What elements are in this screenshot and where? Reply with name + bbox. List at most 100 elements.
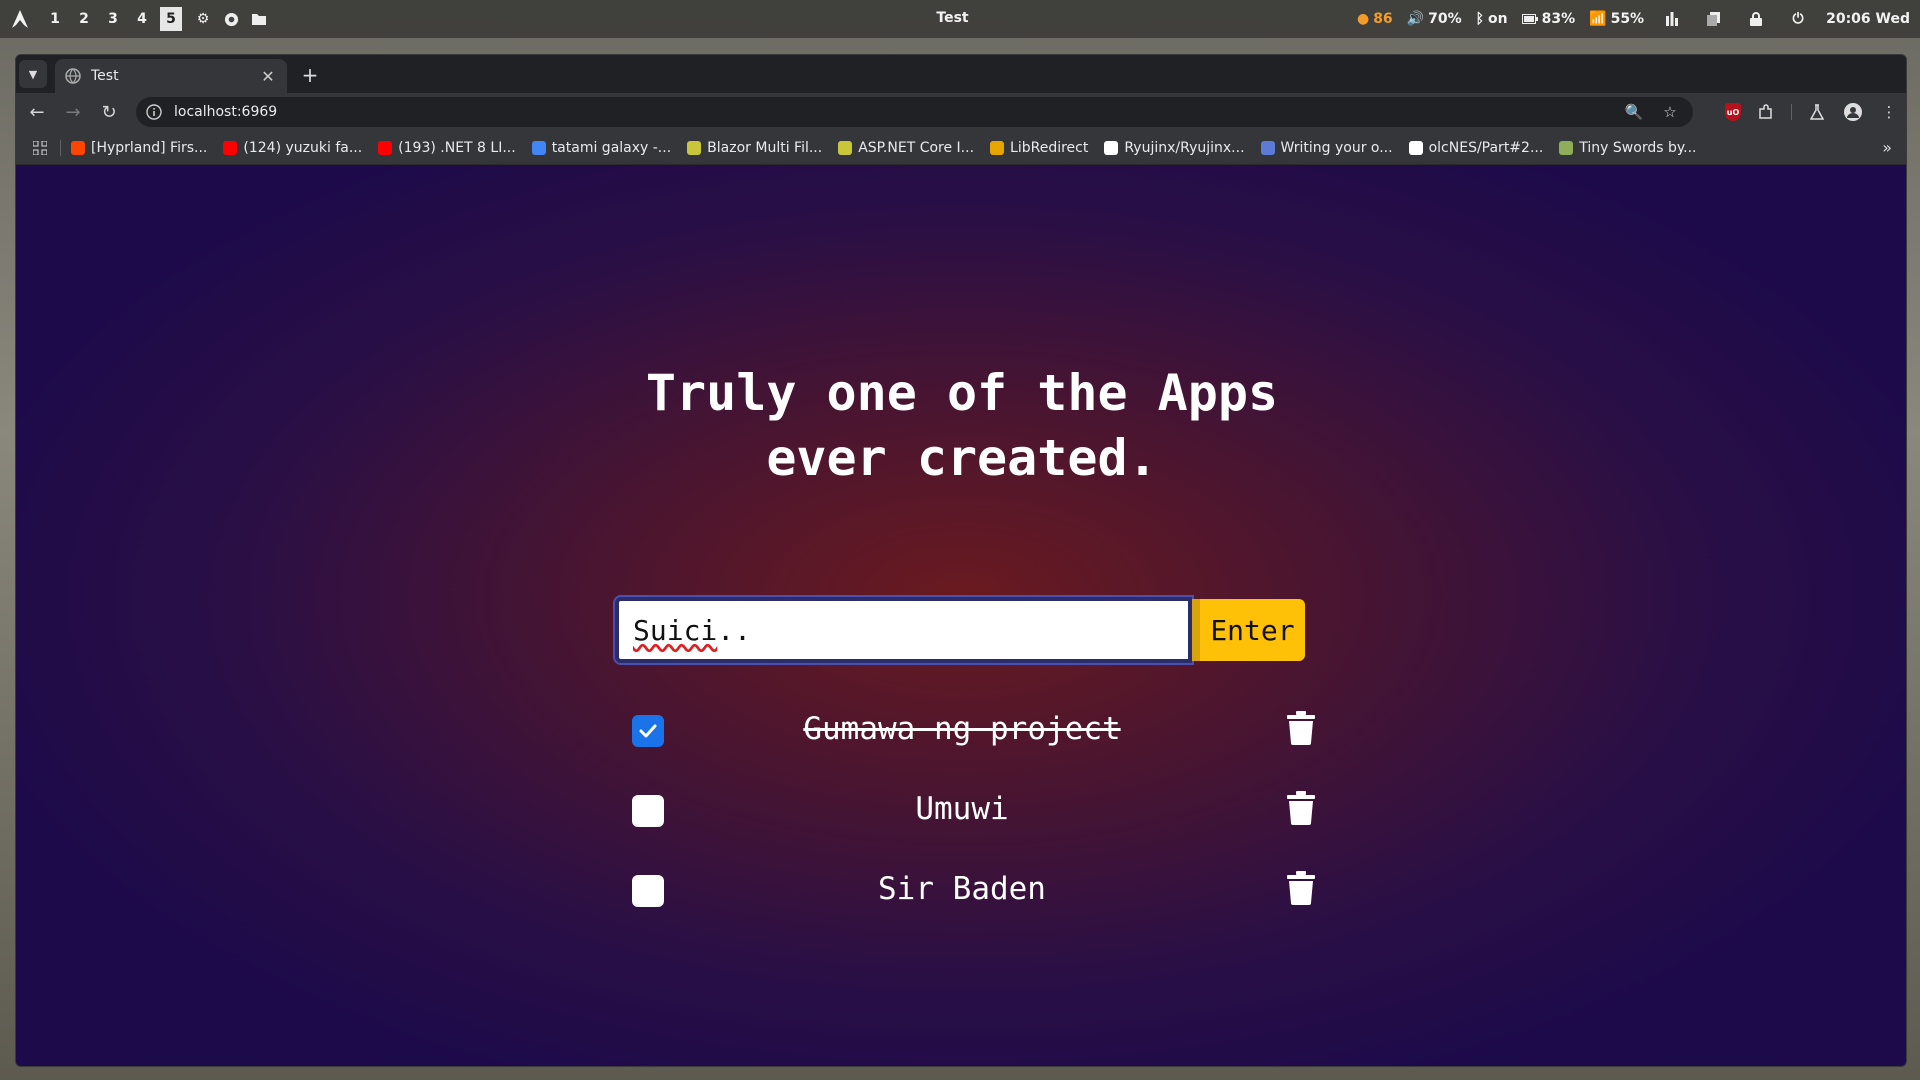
back-button[interactable]: ← (22, 97, 52, 127)
bookmark-item[interactable]: Writing your o... (1260, 139, 1393, 156)
bookmark-list: [Hyprland] Firs... (124) yuzuki fa... (193… (71, 140, 1713, 156)
bookmark-label: Writing your o... (1280, 139, 1393, 156)
updates-icon: ● (1356, 11, 1370, 27)
headline-line-2: ever created. (766, 429, 1158, 487)
todo-input[interactable]: Suici.. (613, 595, 1194, 665)
arrow-right-icon: → (65, 101, 81, 123)
star-icon[interactable]: ☆ (1659, 101, 1681, 123)
lock-icon[interactable] (1747, 10, 1765, 28)
arrow-left-icon: ← (29, 101, 45, 123)
todo-input-trailing-text: .. (717, 613, 752, 647)
kebab-menu-icon[interactable]: ⋮ (1878, 101, 1900, 123)
zoom-icon[interactable]: 🔍 (1623, 101, 1645, 123)
ublock-icon[interactable]: uO (1725, 103, 1741, 121)
volume-value: 70% (1428, 11, 1462, 27)
puzzle-icon[interactable] (1755, 101, 1777, 123)
bookmark-item[interactable]: tatami galaxy -... (531, 139, 672, 156)
bookmarks-divider (60, 139, 61, 156)
reload-button[interactable]: ↻ (94, 97, 124, 127)
bookmark-label: tatami galaxy -... (551, 139, 672, 156)
speaker-icon: 🔊 (1406, 11, 1425, 27)
bookmark-favicon-icon (531, 140, 546, 155)
volume-indicator[interactable]: 🔊 70% (1407, 11, 1462, 27)
bookmark-favicon-icon (990, 140, 1005, 155)
close-icon[interactable]: ✕ (259, 67, 277, 86)
todo-item: Gumawa ng project (615, 709, 1315, 749)
todo-label: Umuwi (915, 791, 1009, 827)
bookmark-favicon-icon (1260, 140, 1275, 155)
chevron-double-right-icon[interactable]: » (1882, 138, 1892, 157)
reload-icon: ↻ (101, 101, 117, 123)
bookmark-item[interactable]: Blazor Multi Fil... (687, 140, 822, 156)
bookmark-item[interactable]: ASP.NET Core I... (838, 140, 974, 156)
bookmark-item[interactable]: (124) yuzuki fa... (223, 140, 362, 156)
chevron-down-icon: ▼ (28, 67, 38, 81)
bookmark-favicon-icon (378, 140, 393, 155)
equalizer-icon[interactable] (1663, 10, 1681, 28)
battery-icon (1521, 14, 1538, 24)
bookmark-label: (124) yuzuki fa... (243, 139, 363, 156)
checkmark-icon (639, 724, 657, 738)
clipboard-icon[interactable] (1705, 10, 1723, 28)
bookmark-label: [Hyprland] Firs... (91, 139, 208, 156)
bookmark-label: olcNES/Part#2... (1428, 139, 1544, 156)
todo-item: Sir Baden (615, 869, 1315, 909)
wifi-value: 55% (1610, 11, 1645, 27)
bookmark-item[interactable]: [Hyprland] Firs... (71, 140, 207, 156)
updates-indicator[interactable]: ● 86 (1357, 11, 1393, 27)
todo-checkbox[interactable] (632, 795, 664, 827)
todo-checkbox[interactable] (632, 715, 664, 747)
todo-label: Gumawa ng project (803, 711, 1121, 747)
trash-icon[interactable] (1287, 791, 1315, 825)
bluetooth-indicator[interactable]: ᛒ on (1476, 11, 1508, 27)
todo-input-misspelled-text: Suici (633, 613, 718, 647)
todo-label: Sir Baden (878, 871, 1046, 907)
bookmark-label: Blazor Multi Fil... (707, 139, 823, 156)
tab-search-button[interactable]: ▼ (19, 60, 47, 88)
battery-indicator[interactable]: 83% (1521, 11, 1576, 27)
extensions-area: uO ⋮ (1725, 97, 1900, 127)
system-tray: ● 86 🔊 70% ᛒ on 83% 📶 55% ⏻ 20:06 Wed (1357, 0, 1910, 38)
info-icon[interactable] (146, 104, 162, 120)
tab-strip: ▼ Test ✕ + (16, 55, 1906, 93)
enter-button[interactable]: Enter (1191, 599, 1305, 661)
flask-icon[interactable] (1806, 101, 1828, 123)
power-icon[interactable]: ⏻ (1789, 10, 1807, 28)
address-bar[interactable]: localhost:6969 🔍 ☆ (136, 97, 1693, 127)
bluetooth-icon: ᛒ (1475, 11, 1485, 27)
battery-value: 83% (1541, 11, 1576, 27)
new-tab-button[interactable]: + (298, 63, 322, 87)
profile-icon[interactable] (1842, 101, 1864, 123)
clock: 20:06 Wed (1826, 11, 1910, 27)
apps-grid-icon[interactable] (30, 138, 50, 158)
bookmark-favicon-icon (687, 140, 702, 155)
bookmark-favicon-icon (223, 140, 238, 155)
browser-toolbar: ← → ↻ localhost:6969 🔍 ☆ uO ⋮ (16, 93, 1906, 131)
todo-checkbox[interactable] (632, 875, 664, 907)
tab-title: Test (91, 68, 119, 84)
bookmark-item[interactable]: LibRedirect (990, 140, 1088, 156)
trash-icon[interactable] (1287, 871, 1315, 905)
bookmark-item[interactable]: Tiny Swords by... (1559, 139, 1697, 156)
bookmark-item[interactable]: Ryujinx/Ryujinx... (1104, 140, 1245, 156)
bookmark-favicon-icon (1559, 140, 1574, 155)
page-headline: Truly one of the Apps ever created. (16, 361, 1906, 491)
tab-test[interactable]: Test ✕ (55, 59, 287, 93)
trash-icon[interactable] (1287, 711, 1315, 745)
url-text[interactable]: localhost:6969 (174, 104, 1623, 120)
bookmark-item[interactable]: (193) .NET 8 LI... (378, 140, 516, 156)
browser-window: ▼ Test ✕ + ← → ↻ localhost:6969 🔍 ☆ uO ⋮… (15, 54, 1907, 1067)
bookmark-label: (193) .NET 8 LI... (398, 139, 516, 156)
bookmark-favicon-icon (1408, 140, 1423, 155)
bookmark-label: LibRedirect (1010, 139, 1089, 156)
wifi-indicator[interactable]: 📶 55% (1589, 11, 1644, 27)
bookmark-label: Tiny Swords by... (1579, 139, 1697, 156)
globe-icon (65, 68, 81, 84)
forward-button[interactable]: → (58, 97, 88, 127)
bookmark-item[interactable]: olcNES/Part#2... (1408, 139, 1544, 156)
system-bar: 1 2 3 4 5 ⚙ Test ● 86 🔊 70% ᛒ on 83% 📶 5… (0, 0, 1920, 38)
bookmark-favicon-icon (838, 140, 853, 155)
toolbar-divider (1791, 104, 1792, 120)
bluetooth-value: on (1488, 11, 1508, 27)
bookmarks-bar: [Hyprland] Firs... (124) yuzuki fa... (193… (16, 131, 1906, 165)
